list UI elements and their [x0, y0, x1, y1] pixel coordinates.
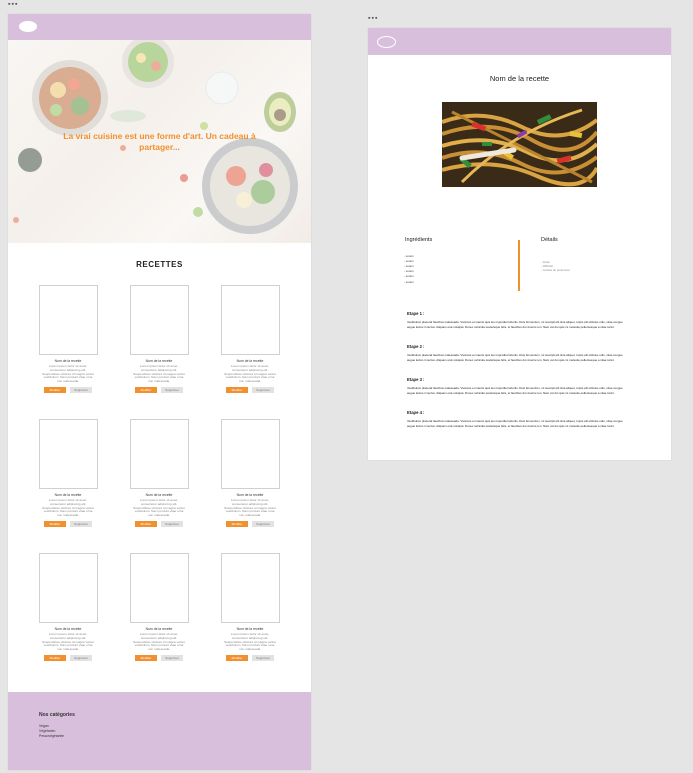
noodles-illustration: [442, 102, 597, 187]
step-label: Etape 3 :: [407, 377, 425, 382]
recipe-title: Nom de la recette: [145, 359, 173, 363]
recipe-image-placeholder: [221, 285, 280, 355]
recipe-card[interactable]: Nom de la recette Lorem ipsum dolor sit …: [128, 419, 190, 527]
step-text: Vestibulum placerat faucibus malesuada. …: [407, 386, 623, 395]
recipe-card[interactable]: Nom de la recette Lorem ipsum dolor sit …: [219, 553, 281, 661]
ingredient-item: - Lorem: [404, 254, 414, 258]
delete-button[interactable]: Supprimer: [252, 654, 274, 661]
edit-button[interactable]: Modifier: [135, 386, 157, 393]
ingredient-item: - Lorem: [404, 274, 414, 278]
recipe-description: Lorem ipsum dolor sit amet, consectetur …: [42, 498, 94, 518]
column-divider: [518, 240, 520, 291]
recipe-card[interactable]: Nom de la recette Lorem ipsum dolor sit …: [37, 285, 99, 393]
delete-button[interactable]: Supprimer: [70, 654, 92, 661]
step-label: Etape 4 :: [407, 410, 425, 415]
footer-category-link[interactable]: Vegan: [39, 724, 49, 728]
recipe-image-placeholder: [221, 419, 280, 489]
recipe-title: Nom de la recette: [236, 359, 264, 363]
footer-category-link[interactable]: Végétarien: [39, 729, 55, 733]
footer: Nos catégories Vegan Végétarien Pescovég…: [8, 692, 311, 770]
recipe-description: Lorem ipsum dolor sit amet, consectetur …: [133, 364, 185, 384]
step-text: Vestibulum placerat faucibus malesuada. …: [407, 419, 623, 428]
ingredient-item: - Lorem: [404, 259, 414, 263]
logo-icon[interactable]: [19, 21, 37, 32]
recipe-title: Nom de la recette: [54, 493, 82, 497]
recipe-card[interactable]: Nom de la recette Lorem ipsum dolor sit …: [219, 419, 281, 527]
recipe-title: Nom de la recette: [54, 627, 82, 631]
recipe-image-placeholder: [39, 419, 98, 489]
recipe-card[interactable]: Nom de la recette Lorem ipsum dolor sit …: [128, 553, 190, 661]
recipe-image-placeholder: [130, 553, 189, 623]
home-header: [8, 14, 311, 40]
recipe-card[interactable]: Nom de la recette Lorem ipsum dolor sit …: [37, 419, 99, 527]
delete-button[interactable]: Supprimer: [161, 520, 183, 527]
recipe-title: Nom de la recette: [236, 627, 264, 631]
edit-button[interactable]: Modifier: [44, 386, 66, 393]
artboard-label-detail: ▪▪▪: [368, 15, 379, 22]
details-title: Détails: [541, 237, 558, 243]
recipes-section-title: RECETTES: [136, 260, 183, 269]
recipe-description: Lorem ipsum dolor sit amet, consectetur …: [224, 498, 276, 518]
edit-button[interactable]: Modifier: [44, 654, 66, 661]
delete-button[interactable]: Supprimer: [161, 654, 183, 661]
recipe-image-placeholder: [130, 419, 189, 489]
recipe-title: Nom de la recette: [145, 493, 173, 497]
recipe-image-placeholder: [39, 553, 98, 623]
recipe-card[interactable]: Nom de la recette Lorem ipsum dolor sit …: [219, 285, 281, 393]
recipe-detail-artboard: Nom de la recette Ingrédients - Lorem - …: [368, 28, 671, 460]
recipe-card[interactable]: Nom de la recette Lorem ipsum dolor sit …: [128, 285, 190, 393]
footer-category-link[interactable]: Pescovégétarien: [39, 734, 64, 738]
step-label: Etape 2 :: [407, 344, 425, 349]
edit-button[interactable]: Modifier: [226, 386, 248, 393]
detail-header: [368, 28, 671, 55]
recipe-description: Lorem ipsum dolor sit amet, consectetur …: [224, 364, 276, 384]
recipe-description: Lorem ipsum dolor sit amet, consectetur …: [133, 498, 185, 518]
step-label: Etape 1 :: [407, 311, 425, 316]
edit-button[interactable]: Modifier: [135, 520, 157, 527]
hero-tagline: La vrai cuisine est une forme d'art. Un …: [63, 131, 256, 152]
edit-button[interactable]: Modifier: [44, 520, 66, 527]
ingredient-item: - Lorem: [404, 269, 414, 273]
recipe-photo: [442, 102, 597, 187]
step-text: Vestibulum placerat faucibus malesuada. …: [407, 320, 623, 329]
recipe-title: Nom de la recette: [236, 493, 264, 497]
edit-button[interactable]: Modifier: [226, 654, 248, 661]
recipe-description: Lorem ipsum dolor sit amet, consectetur …: [224, 632, 276, 652]
edit-button[interactable]: Modifier: [135, 654, 157, 661]
home-artboard: La vrai cuisine est une forme d'art. Un …: [8, 14, 311, 770]
footer-categories-title: Nos catégories: [39, 712, 75, 718]
recipe-image-placeholder: [39, 285, 98, 355]
detail-item: - nombre de personnes: [541, 268, 570, 272]
recipe-description: Lorem ipsum dolor sit amet, consectetur …: [42, 632, 94, 652]
ingredient-item: - Lorem: [404, 264, 414, 268]
delete-button[interactable]: Supprimer: [70, 386, 92, 393]
recipe-title: Nom de la recette: [54, 359, 82, 363]
recipe-image-placeholder: [221, 553, 280, 623]
logo-icon[interactable]: [377, 36, 396, 48]
recipe-card[interactable]: Nom de la recette Lorem ipsum dolor sit …: [37, 553, 99, 661]
recipe-image-placeholder: [130, 285, 189, 355]
edit-button[interactable]: Modifier: [226, 520, 248, 527]
delete-button[interactable]: Supprimer: [252, 386, 274, 393]
recipe-description: Lorem ipsum dolor sit amet, consectetur …: [42, 364, 94, 384]
delete-button[interactable]: Supprimer: [252, 520, 274, 527]
recipe-title: Nom de la recette: [489, 74, 550, 83]
hero-banner: La vrai cuisine est une forme d'art. Un …: [8, 40, 311, 243]
ingredients-title: Ingrédients: [405, 237, 433, 243]
delete-button[interactable]: Supprimer: [70, 520, 92, 527]
artboard-label-home: ▪▪▪: [8, 1, 19, 8]
recipe-description: Lorem ipsum dolor sit amet, consectetur …: [133, 632, 185, 652]
delete-button[interactable]: Supprimer: [161, 386, 183, 393]
step-text: Vestibulum placerat faucibus malesuada. …: [407, 353, 623, 362]
ingredient-item: - Lorem: [404, 280, 414, 284]
recipe-title: Nom de la recette: [145, 627, 173, 631]
